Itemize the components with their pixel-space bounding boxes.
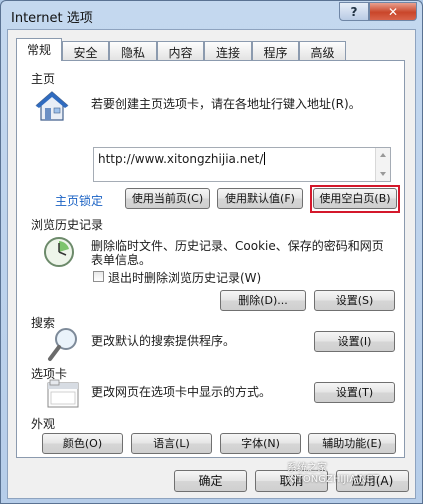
homepage-url-text: http://www.xitongzhijia.net/ [98,152,266,166]
history-description-line2: 表单信息。 [91,253,152,267]
fonts-button[interactable]: 字体(N) [220,433,301,454]
scroll-arrows-icon [380,153,386,176]
colors-button[interactable]: 颜色(O) [42,433,123,454]
delete-on-exit-checkbox[interactable] [93,271,104,282]
help-icon: ? [350,4,358,19]
tabs-description: 更改网页在选项卡中显示的方式。 [91,385,272,399]
close-button[interactable]: ✕ [369,2,417,21]
close-icon: ✕ [387,4,399,19]
dialog-client-area: 常规 安全 隐私 内容 连接 程序 高级 主页 若要创建主页选项卡，请在各地址行… [7,29,416,499]
history-clock-icon [44,237,74,267]
tab-general[interactable]: 常规 [16,38,62,61]
search-description: 更改默认的搜索提供程序。 [91,334,236,348]
tabs-icon [47,379,79,408]
tab-advanced[interactable]: 高级 [299,41,346,60]
search-icon [48,328,77,361]
history-section-label: 浏览历史记录 [31,218,104,232]
delete-on-exit-label: 退出时删除浏览历史记录(W) [108,271,262,285]
homepage-hint: 若要创建主页选项卡，请在各地址行键入地址(R)。 [91,97,361,111]
homepage-url-input[interactable]: http://www.xitongzhijia.net/ [93,147,391,182]
languages-button[interactable]: 语言(L) [131,433,212,454]
tab-strip: 常规 安全 隐私 内容 连接 程序 高级 [16,38,406,61]
watermark: 系统之家 XITONGZHIJIA.NET [287,463,379,485]
delete-history-button[interactable]: 删除(D)... [220,290,306,311]
url-scrollbar[interactable] [375,148,390,181]
tab-privacy[interactable]: 隐私 [109,41,157,60]
homepage-locked-label: 主页锁定 [55,194,104,208]
appearance-section-label: 外观 [31,417,56,431]
general-panel: 主页 若要创建主页选项卡，请在各地址行键入地址(R)。 http://www.x… [16,60,405,458]
accessibility-button[interactable]: 辅助功能(E) [308,433,396,454]
title-bar[interactable]: Internet 选项 ? ✕ [1,1,422,29]
history-settings-button[interactable]: 设置(S) [314,290,395,311]
ok-button[interactable]: 确定 [174,470,247,492]
search-settings-button[interactable]: 设置(I) [314,331,395,352]
tabs-settings-button[interactable]: 设置(T) [314,382,395,403]
tab-content[interactable]: 内容 [157,41,204,60]
tab-security[interactable]: 安全 [62,41,109,60]
use-default-button[interactable]: 使用默认值(F) [217,188,303,209]
window-title: Internet 选项 [11,11,93,26]
internet-options-dialog: Internet 选项 ? ✕ 常规 安全 隐私 内容 连接 程序 高级 主页 [0,0,423,504]
help-button[interactable]: ? [339,2,369,21]
tab-programs[interactable]: 程序 [252,41,299,60]
use-current-button[interactable]: 使用当前页(C) [125,188,210,209]
home-icon [35,91,69,121]
tab-connections[interactable]: 连接 [204,41,252,60]
homepage-section-label: 主页 [31,72,56,86]
highlight-box [310,185,400,213]
